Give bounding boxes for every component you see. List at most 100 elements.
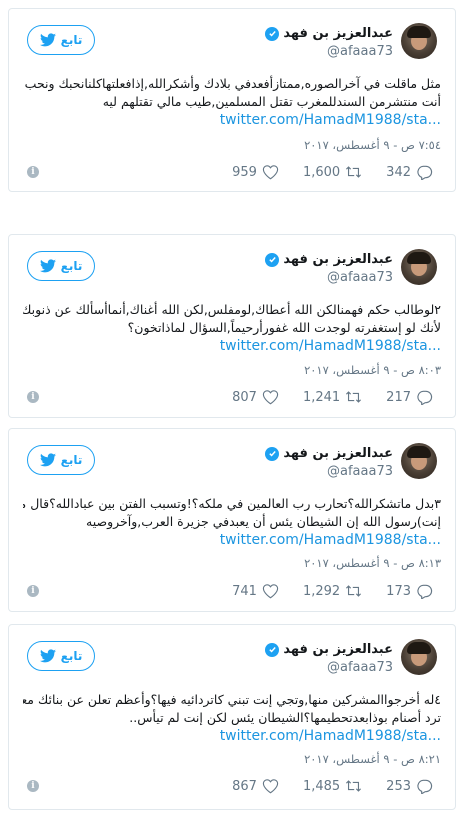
like-button[interactable]: 959 bbox=[232, 164, 279, 180]
retweet-button[interactable]: 1,485 bbox=[303, 778, 362, 794]
reply-button[interactable]: 173 bbox=[386, 583, 433, 599]
follow-label: تابع bbox=[60, 33, 83, 47]
tweet-card[interactable]: تابع عبدالعزيز بن فهد @afaaa73 ٣بدل ماتش… bbox=[8, 428, 456, 612]
avatar[interactable] bbox=[401, 23, 437, 59]
retweet-count: 1,485 bbox=[302, 778, 341, 794]
twitter-bird-icon bbox=[39, 33, 56, 47]
tweet-link[interactable]: twitter.com/HamadM1988/sta... bbox=[23, 727, 441, 746]
reply-count: 253 bbox=[386, 778, 411, 794]
verified-badge-icon bbox=[265, 642, 280, 657]
tweet-text-line: إنت)رسول الله إن الشيطان يئس أن يعبدفي ج… bbox=[86, 514, 441, 529]
like-button[interactable]: 741 bbox=[232, 583, 279, 599]
like-button[interactable]: 807 bbox=[232, 389, 279, 405]
retweet-count: 1,241 bbox=[302, 389, 341, 405]
retweet-icon bbox=[346, 585, 362, 597]
author-name[interactable]: عبدالعزيز بن فهد bbox=[283, 26, 393, 41]
twitter-bird-icon bbox=[39, 649, 56, 663]
tweet-text: ٤له أخرجواالمشركين منها,وتجي إنت تبني كا… bbox=[23, 691, 441, 746]
follow-label: تابع bbox=[60, 259, 83, 273]
author-name-row[interactable]: عبدالعزيز بن فهد bbox=[265, 446, 393, 461]
tweet-text-line: ٣بدل ماتشكرالله؟تحارب رب العالمين في ملك… bbox=[23, 496, 441, 511]
like-count: 867 bbox=[232, 778, 257, 794]
follow-label: تابع bbox=[60, 453, 83, 467]
tweet-text-line: لأنك لو إستغفرته لوجدت الله غفورأرحيماً,… bbox=[127, 320, 441, 335]
tweet-card[interactable]: تابع عبدالعزيز بن فهد @afaaa73 مثل ماقلت… bbox=[8, 8, 456, 192]
tweet-actions: i 741 1,292 173 bbox=[27, 580, 433, 602]
heart-icon bbox=[262, 584, 279, 599]
tweet-text-line: أنت منتشرمن السندللمغرب تقتل المسلمين,طي… bbox=[102, 94, 441, 109]
follow-button[interactable]: تابع bbox=[27, 445, 95, 475]
tweet-link[interactable]: twitter.com/HamadM1988/sta... bbox=[23, 111, 441, 130]
author-handle[interactable]: @afaaa73 bbox=[327, 270, 393, 285]
author-name-row[interactable]: عبدالعزيز بن فهد bbox=[265, 26, 393, 41]
retweet-count: 1,292 bbox=[302, 583, 341, 599]
follow-button[interactable]: تابع bbox=[27, 25, 95, 55]
tweet-actions: i 867 1,485 253 bbox=[27, 775, 433, 797]
retweet-icon bbox=[346, 391, 362, 403]
like-button[interactable]: 867 bbox=[232, 778, 279, 794]
avatar[interactable] bbox=[401, 443, 437, 479]
tweet-card[interactable]: تابع عبدالعزيز بن فهد @afaaa73 ٢لوطالب ح… bbox=[8, 234, 456, 418]
like-count: 959 bbox=[232, 164, 257, 180]
twitter-bird-icon bbox=[39, 259, 56, 273]
reply-button[interactable]: 253 bbox=[386, 778, 433, 794]
retweet-button[interactable]: 1,292 bbox=[303, 583, 362, 599]
avatar[interactable] bbox=[401, 249, 437, 285]
retweet-button[interactable]: 1,241 bbox=[303, 389, 362, 405]
info-icon[interactable]: i bbox=[27, 166, 39, 178]
tweet-timestamp[interactable]: ٨:١٣ ص - ٩ أغسطس، ٢٠١٧ bbox=[304, 556, 441, 570]
info-icon[interactable]: i bbox=[27, 585, 39, 597]
tweet-actions: i 959 1,600 342 bbox=[27, 161, 433, 183]
info-icon[interactable]: i bbox=[27, 391, 39, 403]
author-handle[interactable]: @afaaa73 bbox=[327, 44, 393, 59]
retweet-icon bbox=[346, 780, 362, 792]
reply-count: 173 bbox=[386, 583, 411, 599]
author-name[interactable]: عبدالعزيز بن فهد bbox=[283, 446, 393, 461]
like-count: 741 bbox=[232, 583, 257, 599]
reply-icon bbox=[417, 779, 433, 794]
reply-icon bbox=[417, 165, 433, 180]
avatar[interactable] bbox=[401, 639, 437, 675]
tweet-text-line: ترد أصنام بوذابعدتحطيمها؟الشيطان يئس لكن… bbox=[129, 710, 441, 725]
author-handle[interactable]: @afaaa73 bbox=[327, 660, 393, 675]
like-count: 807 bbox=[232, 389, 257, 405]
reply-icon bbox=[417, 584, 433, 599]
verified-badge-icon bbox=[265, 252, 280, 267]
author-name[interactable]: عبدالعزيز بن فهد bbox=[283, 252, 393, 267]
tweet-text: مثل ماقلت في آخرالصوره,ممتازأفعدفي بلادك… bbox=[23, 75, 441, 130]
retweet-count: 1,600 bbox=[302, 164, 341, 180]
reply-count: 217 bbox=[386, 389, 411, 405]
reply-count: 342 bbox=[386, 164, 411, 180]
tweet-card[interactable]: تابع عبدالعزيز بن فهد @afaaa73 ٤له أخرجو… bbox=[8, 624, 456, 810]
author-name-row[interactable]: عبدالعزيز بن فهد bbox=[265, 252, 393, 267]
tweet-actions: i 807 1,241 217 bbox=[27, 386, 433, 408]
author-handle[interactable]: @afaaa73 bbox=[327, 464, 393, 479]
tweet-text: ٢لوطالب حكم فهمنالكن الله أعطاك,لومفلس,ل… bbox=[23, 301, 441, 356]
verified-badge-icon bbox=[265, 26, 280, 41]
author-name[interactable]: عبدالعزيز بن فهد bbox=[283, 642, 393, 657]
tweet-text: ٣بدل ماتشكرالله؟تحارب رب العالمين في ملك… bbox=[23, 495, 441, 550]
follow-button[interactable]: تابع bbox=[27, 251, 95, 281]
heart-icon bbox=[262, 390, 279, 405]
follow-label: تابع bbox=[60, 649, 83, 663]
tweet-text-line: مثل ماقلت في آخرالصوره,ممتازأفعدفي بلادك… bbox=[23, 76, 441, 91]
retweet-button[interactable]: 1,600 bbox=[303, 164, 362, 180]
reply-button[interactable]: 342 bbox=[386, 164, 433, 180]
reply-button[interactable]: 217 bbox=[386, 389, 433, 405]
tweet-timestamp[interactable]: ٨:٠٣ ص - ٩ أغسطس، ٢٠١٧ bbox=[304, 363, 441, 377]
author-name-row[interactable]: عبدالعزيز بن فهد bbox=[265, 642, 393, 657]
retweet-icon bbox=[346, 166, 362, 178]
tweet-link[interactable]: twitter.com/HamadM1988/sta... bbox=[23, 337, 441, 356]
tweet-text-line: ٢لوطالب حكم فهمنالكن الله أعطاك,لومفلس,ل… bbox=[23, 302, 441, 317]
heart-icon bbox=[262, 779, 279, 794]
tweet-text-line: ٤له أخرجواالمشركين منها,وتجي إنت تبني كا… bbox=[23, 692, 441, 707]
reply-icon bbox=[417, 390, 433, 405]
tweet-timestamp[interactable]: ٨:٢١ ص - ٩ أغسطس، ٢٠١٧ bbox=[304, 752, 441, 766]
info-icon[interactable]: i bbox=[27, 780, 39, 792]
heart-icon bbox=[262, 165, 279, 180]
tweet-link[interactable]: twitter.com/HamadM1988/sta... bbox=[23, 531, 441, 550]
verified-badge-icon bbox=[265, 446, 280, 461]
tweet-timestamp[interactable]: ٧:٥٤ ص - ٩ أغسطس، ٢٠١٧ bbox=[304, 138, 441, 152]
follow-button[interactable]: تابع bbox=[27, 641, 95, 671]
twitter-bird-icon bbox=[39, 453, 56, 467]
